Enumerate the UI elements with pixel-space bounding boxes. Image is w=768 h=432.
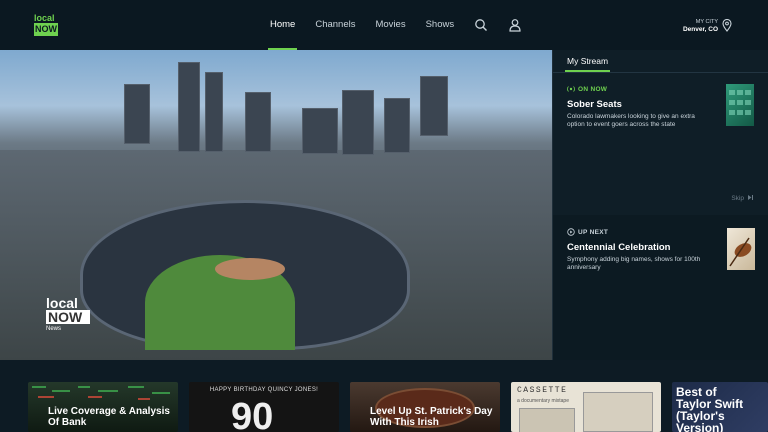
divider xyxy=(553,72,768,73)
location-selector[interactable]: MY CITY Denver, CO xyxy=(683,19,718,33)
hero-video-player[interactable]: local NOW News xyxy=(0,50,552,360)
next-thumbnail[interactable] xyxy=(727,228,755,270)
nav-home[interactable]: Home xyxy=(267,0,298,50)
nav-movies[interactable]: Movies xyxy=(375,0,405,50)
watermark-line1: local xyxy=(46,295,78,311)
content-tile[interactable]: Best of Taylor Swift (Taylor's Version) xyxy=(672,382,768,432)
content-tile[interactable]: HAPPY BIRTHDAY QUINCY JONES! 90 xyxy=(189,382,339,432)
skyscraper xyxy=(420,76,448,136)
tile-title: Live Coverage & Analysis Of Bank xyxy=(48,406,170,428)
skip-button[interactable]: Skip xyxy=(731,194,754,203)
tile-title: CASSETTE xyxy=(517,386,568,395)
watermark-line2: NOW xyxy=(46,310,90,324)
status-label: UP NEXT xyxy=(578,228,609,236)
skip-label: Skip xyxy=(731,195,744,202)
live-broadcast-icon xyxy=(567,85,575,93)
channel-watermark: local NOW News xyxy=(46,296,90,336)
infield xyxy=(215,258,285,280)
main-nav: Home Channels Movies Shows xyxy=(267,0,542,50)
up-next-section: UP NEXT Centennial Celebration Symphony … xyxy=(553,215,768,360)
content-tile[interactable]: CASSETTE a documentary mixtape xyxy=(511,382,661,432)
skyscraper xyxy=(384,98,410,153)
skip-next-icon xyxy=(747,194,754,203)
tile-title: Level Up St. Patrick's Day With This Iri… xyxy=(370,406,493,428)
user-profile-icon[interactable] xyxy=(508,18,522,32)
cassette-graphic xyxy=(519,408,575,432)
skyscraper xyxy=(302,108,338,154)
skyscraper xyxy=(178,62,200,152)
play-circle-icon xyxy=(567,228,575,236)
status-label: ON NOW xyxy=(578,85,608,93)
localnow-logo[interactable]: local NOW xyxy=(34,14,58,38)
skyscraper xyxy=(245,92,271,152)
watermark-line3: News xyxy=(46,326,62,332)
nav-channels[interactable]: Channels xyxy=(315,0,355,50)
logo-line2: NOW xyxy=(34,23,58,36)
nav-shows[interactable]: Shows xyxy=(426,0,455,50)
skyscraper xyxy=(124,84,150,144)
my-stream-panel: My Stream ON NOW Sober Seats Colorado la… xyxy=(552,50,768,360)
tile-title: HAPPY BIRTHDAY QUINCY JONES! xyxy=(209,387,319,393)
top-bar: local NOW Home Channels Movies Shows MY … xyxy=(0,0,768,50)
tile-number: 90 xyxy=(231,396,274,432)
location-pin-icon[interactable] xyxy=(722,18,732,32)
now-thumbnail[interactable] xyxy=(726,84,754,126)
location-label: MY CITY xyxy=(695,19,718,25)
search-icon[interactable] xyxy=(474,18,488,32)
content-row: Live Coverage & Analysis Of Bank HAPPY B… xyxy=(0,360,768,432)
now-description: Colorado lawmakers looking to give an ex… xyxy=(567,113,695,128)
skyscraper xyxy=(205,72,223,152)
location-city: Denver, CO xyxy=(682,26,718,33)
logo-line1: local xyxy=(34,13,55,23)
tile-title: Best of Taylor Swift (Taylor's Version) xyxy=(676,385,744,432)
next-description: Symphony adding big names, shows for 100… xyxy=(567,256,701,271)
skyscraper xyxy=(342,90,374,155)
tab-my-stream[interactable]: My Stream xyxy=(564,50,611,72)
cassette-graphic xyxy=(583,392,653,432)
content-tile[interactable]: Level Up St. Patrick's Day With This Iri… xyxy=(350,382,500,432)
tile-subtitle: a documentary mixtape xyxy=(517,398,569,404)
content-tile[interactable]: Live Coverage & Analysis Of Bank xyxy=(28,382,178,432)
